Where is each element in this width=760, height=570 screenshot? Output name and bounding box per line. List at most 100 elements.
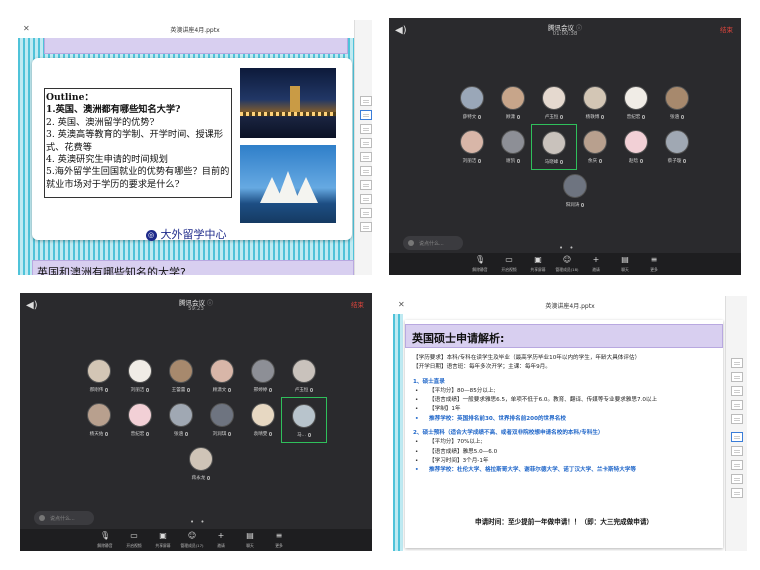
- participant-tile[interactable]: 刘润琪: [199, 397, 245, 443]
- ppt-viewer-outline: ✕ 英澳讲座4月.pptx Outline： 1.英国、澳洲都有哪些知名大学? …: [18, 20, 372, 275]
- toolbar-label: 解除静音: [472, 267, 488, 272]
- participant-tile[interactable]: 蒋永龙: [178, 441, 224, 487]
- toolbar-button-members[interactable]: ☺ 管理成员(17): [177, 532, 207, 549]
- avatar: [292, 404, 316, 428]
- bullet-item: 【语言成绩】一般要求雅思6.5，单项不低于6.0。教育、翻译、传媒等专业要求雅思…: [413, 396, 717, 405]
- toolbar-button-mic[interactable]: 🎙 解除静音: [90, 532, 120, 549]
- toolbar-button-chat[interactable]: ▤ 聊天: [610, 256, 640, 273]
- slide-background-stripes: [393, 314, 403, 551]
- participant-tile[interactable]: 杨轶博: [572, 80, 618, 126]
- participant-tile[interactable]: 马晓峰: [531, 124, 577, 170]
- participant-tile[interactable]: 张涵: [158, 397, 204, 443]
- participant-tile[interactable]: 郝刚伟: [76, 353, 122, 399]
- slide-thumbnails[interactable]: [725, 296, 747, 551]
- slide-thumbnail[interactable]: [360, 166, 372, 176]
- participant-tile[interactable]: 曾纪宏: [117, 397, 163, 443]
- participant-tile[interactable]: 谢凯: [490, 124, 536, 170]
- slide-thumbnail[interactable]: [360, 96, 372, 106]
- slide-thumbnail[interactable]: [731, 372, 743, 382]
- mic-icon: [307, 432, 311, 437]
- slide-thumbnail[interactable]: [731, 400, 743, 410]
- participant-tile[interactable]: 袁晴雯: [240, 397, 286, 443]
- mic-icon: [560, 114, 564, 119]
- slide-thumbnail[interactable]: [360, 180, 372, 190]
- slide-thumbnail[interactable]: [731, 488, 743, 498]
- outline-slide: Outline： 1.英国、澳洲都有哪些知名大学? 2. 英国、澳洲留学的优势?…: [32, 58, 352, 240]
- participant-name: 赵晗: [628, 159, 639, 164]
- share-screen-icon: ▣: [534, 255, 542, 264]
- slide-thumbnail[interactable]: [731, 414, 743, 424]
- participant-tile[interactable]: 刘丽洁: [117, 353, 163, 399]
- page-indicator[interactable]: • •: [190, 518, 206, 526]
- slide-thumbnail[interactable]: [360, 138, 372, 148]
- requirement-text: 【开学日期】语言班：每年多次开学；主课：每年9月。: [413, 364, 551, 371]
- slide-thumbnail[interactable]: [731, 386, 743, 396]
- toolbar-label: 更多: [650, 267, 658, 272]
- slide-thumbnail[interactable]: [731, 432, 743, 442]
- end-meeting-button[interactable]: 结束: [351, 299, 364, 309]
- slide-thumbnail[interactable]: [360, 152, 372, 162]
- participant-tile[interactable]: 马...: [281, 397, 327, 443]
- toolbar-button-more[interactable]: ≡ 更多: [264, 532, 294, 549]
- toolbar-label: 解除静音: [97, 543, 113, 548]
- bullet-item: 【平均分】70%以上;: [413, 438, 717, 447]
- mic-icon: [640, 158, 644, 163]
- toolbar-button-members[interactable]: ☺ 管理成员(18): [552, 256, 582, 273]
- chat-input[interactable]: 说点什么...: [34, 511, 94, 525]
- avatar: [169, 403, 193, 427]
- participant-tile[interactable]: 赵晗: [613, 124, 659, 170]
- toolbar-button-mic[interactable]: 🎙 解除静音: [465, 256, 495, 273]
- slide-heading: 英国硕士申请解析:: [405, 324, 723, 348]
- participant-name: 顾潇文: [212, 388, 227, 393]
- slide-thumbnail[interactable]: [731, 446, 743, 456]
- toolbar-button-invite[interactable]: + 邀请: [206, 532, 236, 549]
- participant-tile[interactable]: 薛特文: [449, 80, 495, 126]
- chat-input[interactable]: 说点什么...: [403, 236, 463, 250]
- participant-name: 马...: [297, 433, 306, 438]
- participant-tile[interactable]: 阳润涛: [552, 168, 598, 214]
- slide-thumbnail[interactable]: [731, 474, 743, 484]
- mic-icon: [517, 158, 521, 163]
- meeting-toolbar: 🎙 解除静音 ▭ 开启视频 ▣ 共享屏幕 ☺ 管理成员(18) + 邀请 ▤ 聊天 ≡ 更多: [389, 253, 741, 275]
- participant-tile[interactable]: 杨天佑: [76, 397, 122, 443]
- mic-icon: [105, 431, 109, 436]
- slide-thumbnail[interactable]: [360, 194, 372, 204]
- avatar: [583, 86, 607, 110]
- participant-name: 刘丽洁: [130, 388, 145, 393]
- participant-tile[interactable]: 张涵: [654, 80, 700, 126]
- avatar: [189, 447, 213, 471]
- toolbar-button-invite[interactable]: + 邀请: [581, 256, 611, 273]
- participant-tile[interactable]: 曾纪宏: [613, 80, 659, 126]
- slide-thumbnail[interactable]: [731, 460, 743, 470]
- mic-icon: [310, 387, 314, 392]
- end-meeting-button[interactable]: 结束: [720, 24, 733, 34]
- page-indicator[interactable]: • •: [559, 244, 575, 252]
- slide-thumbnail[interactable]: [360, 124, 372, 134]
- participant-tile[interactable]: 蔡子璇: [654, 124, 700, 170]
- participant-name: 蒋永龙: [191, 476, 206, 481]
- participant-tile[interactable]: 刘丽洁: [449, 124, 495, 170]
- slide-thumbnail[interactable]: [731, 358, 743, 368]
- participant-name: 曾纪宏: [130, 432, 145, 437]
- toolbar-button-more[interactable]: ≡ 更多: [639, 256, 669, 273]
- participant-tile[interactable]: 邢婷婷: [240, 353, 286, 399]
- avatar: [665, 130, 689, 154]
- toolbar-button-share-screen[interactable]: ▣ 共享屏幕: [523, 256, 553, 273]
- toolbar-button-video[interactable]: ▭ 开启视频: [119, 532, 149, 549]
- participant-tile[interactable]: 卢玉恒: [281, 353, 327, 399]
- avatar: [542, 86, 566, 110]
- participant-tile[interactable]: 顾潇: [490, 80, 536, 126]
- slide-thumbnail[interactable]: [360, 110, 372, 120]
- toolbar-button-share-screen[interactable]: ▣ 共享屏幕: [148, 532, 178, 549]
- toolbar-button-video[interactable]: ▭ 开启视频: [494, 256, 524, 273]
- slide-thumbnail[interactable]: [360, 222, 372, 232]
- slide-thumbnails[interactable]: [354, 20, 372, 275]
- participant-tile[interactable]: 王蕾蕾: [158, 353, 204, 399]
- outline-item: 3. 英澳高等教育的学制、开学时间、授课形式、花费等: [46, 129, 224, 153]
- slide-thumbnail[interactable]: [360, 208, 372, 218]
- participant-tile[interactable]: 余庆: [572, 124, 618, 170]
- chat-icon: ▤: [621, 255, 629, 264]
- toolbar-button-chat[interactable]: ▤ 聊天: [235, 532, 265, 549]
- participant-tile[interactable]: 顾潇文: [199, 353, 245, 399]
- participant-tile[interactable]: 卢玉恒: [531, 80, 577, 126]
